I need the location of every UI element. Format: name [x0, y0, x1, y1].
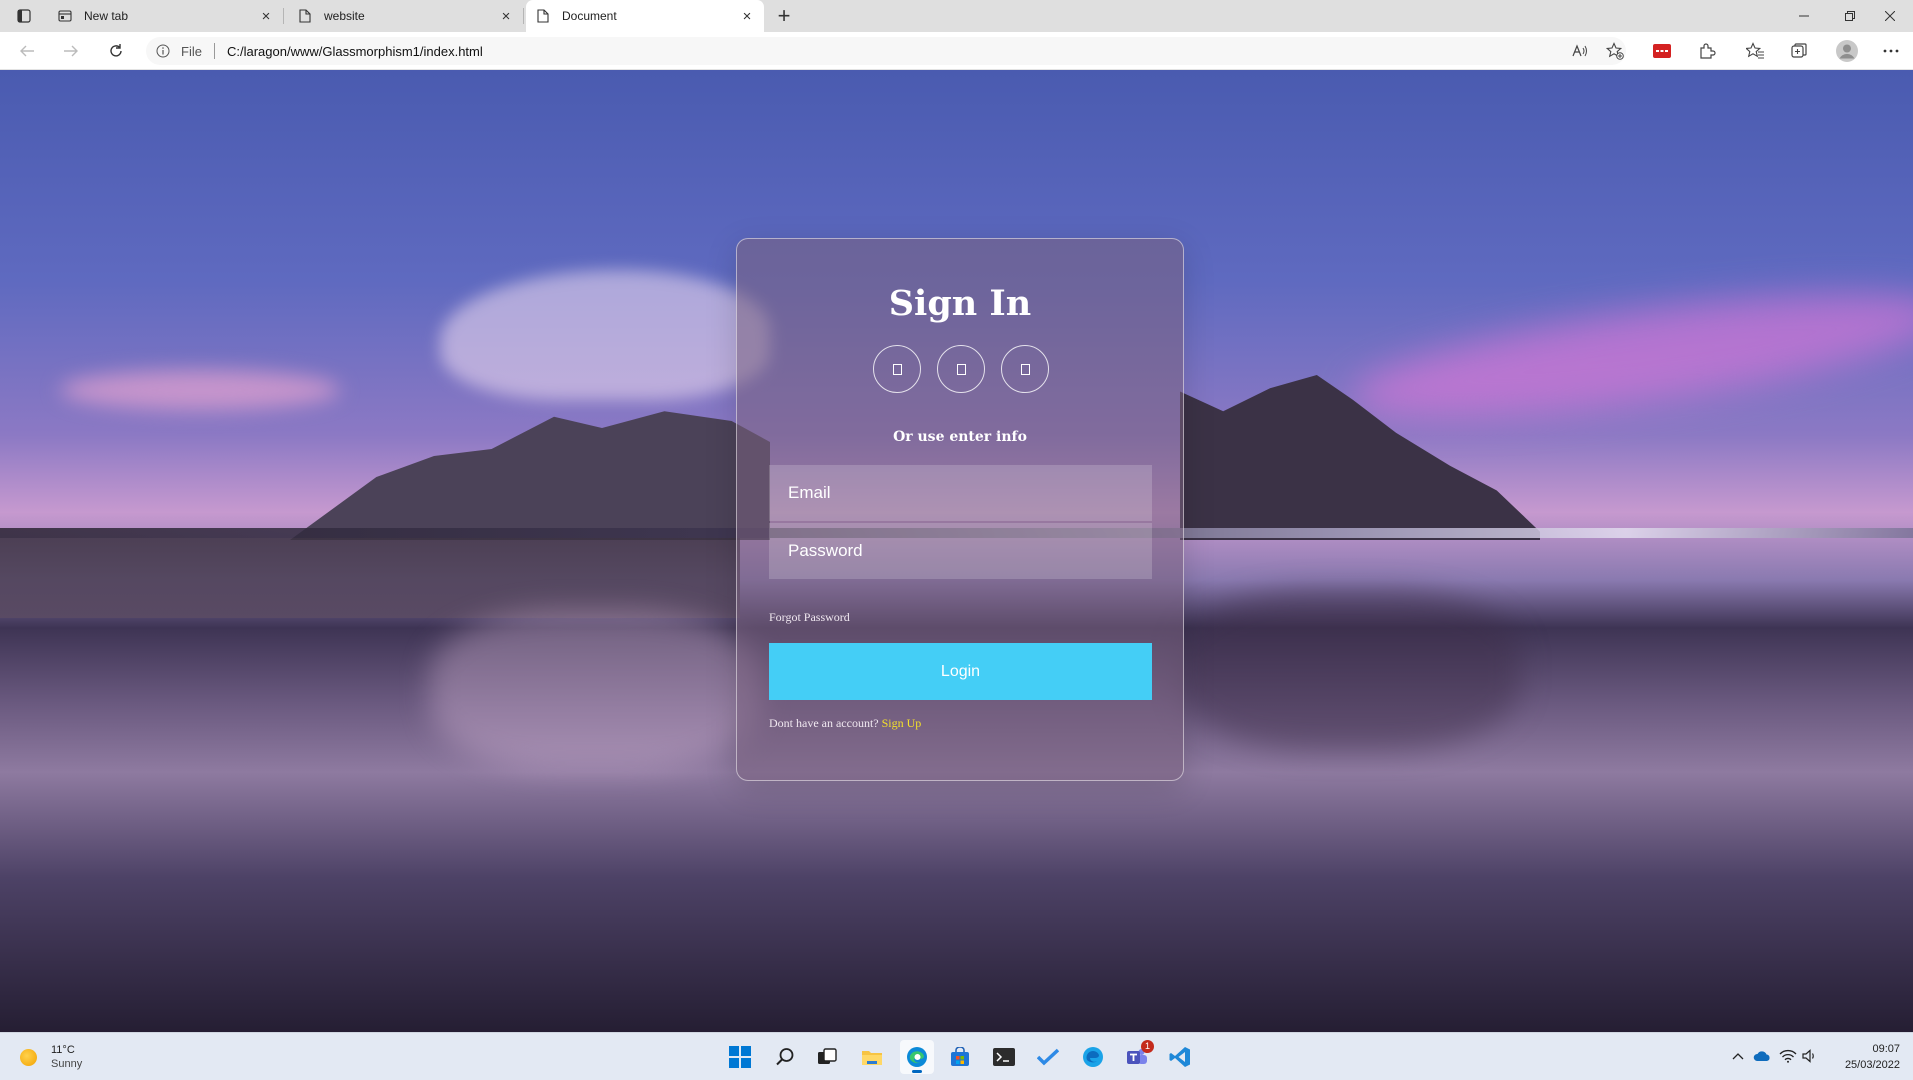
page-viewport: Sign In Or use enter info Forgot Passwor…	[0, 70, 1913, 1032]
alternative-login-text: Or use enter info	[893, 429, 1027, 445]
signup-prompt: Dont have an account? Sign Up	[769, 716, 921, 731]
add-favorite-icon[interactable]	[1604, 40, 1626, 62]
close-icon[interactable]: ×	[740, 8, 754, 25]
clock-time: 09:07	[1872, 1043, 1900, 1055]
new-tab-button[interactable]: +	[772, 3, 796, 28]
todo-check-icon[interactable]	[1031, 1040, 1065, 1074]
tab-document[interactable]: Document ×	[526, 0, 764, 32]
forward-button[interactable]	[57, 39, 85, 63]
teams-icon[interactable]: 1	[1120, 1040, 1154, 1074]
extensions-icon[interactable]	[1696, 40, 1718, 62]
missing-glyph-icon	[892, 363, 902, 375]
address-url[interactable]: C:/laragon/www/Glassmorphism1/index.html	[227, 44, 483, 59]
sign-in-card: Sign In Or use enter info Forgot Passwor…	[736, 238, 1184, 781]
browser-toolbar: File C:/laragon/www/Glassmorphism1/index…	[0, 32, 1913, 70]
minimize-button[interactable]	[1781, 0, 1827, 32]
login-button[interactable]: Login	[769, 643, 1152, 700]
close-icon[interactable]: ×	[499, 8, 513, 25]
email-field[interactable]	[769, 465, 1152, 521]
sun-icon	[20, 1049, 37, 1066]
tab-website[interactable]: website ×	[288, 0, 524, 32]
tab-bar: New tab × website × Document × +	[0, 0, 1913, 32]
profile-avatar[interactable]	[1835, 39, 1859, 63]
social-login-button-1[interactable]	[873, 345, 921, 393]
tab-new-tab[interactable]: New tab ×	[48, 0, 284, 32]
edge-browser-icon[interactable]	[900, 1040, 934, 1074]
tab-label: New tab	[84, 9, 129, 23]
chevron-up-icon[interactable]	[1729, 1047, 1747, 1065]
search-icon[interactable]	[768, 1040, 802, 1074]
tab-label: website	[324, 9, 365, 23]
weather-condition: Sunny	[51, 1058, 83, 1070]
extension-red-icon[interactable]	[1651, 40, 1673, 62]
social-login-button-3[interactable]	[1001, 345, 1049, 393]
social-login-button-2[interactable]	[937, 345, 985, 393]
new-tab-page-icon	[58, 9, 72, 23]
file-explorer-icon[interactable]	[855, 1040, 889, 1074]
tab-label: Document	[562, 9, 617, 23]
signup-prompt-text: Dont have an account?	[769, 716, 879, 730]
tab-actions-icon[interactable]	[12, 7, 36, 25]
vscode-icon[interactable]	[1163, 1040, 1197, 1074]
taskbar: 11°C Sunny 1 09:07 25/03/2022	[0, 1032, 1913, 1080]
weather-temperature: 11°C	[51, 1044, 75, 1056]
back-button[interactable]	[13, 39, 41, 63]
address-scheme-label: File	[181, 44, 202, 59]
more-menu-icon[interactable]	[1880, 40, 1902, 62]
page-title: Sign In	[888, 283, 1032, 324]
missing-glyph-icon	[1020, 363, 1030, 375]
task-view-icon[interactable]	[810, 1040, 844, 1074]
document-icon	[536, 9, 550, 23]
address-bar[interactable]: File C:/laragon/www/Glassmorphism1/index…	[146, 37, 1626, 65]
favorites-icon[interactable]	[1744, 40, 1766, 62]
read-aloud-icon[interactable]	[1569, 40, 1591, 62]
forgot-password-link[interactable]: Forgot Password	[769, 610, 850, 625]
wifi-icon[interactable]	[1779, 1047, 1797, 1065]
close-icon[interactable]: ×	[259, 8, 273, 25]
system-clock[interactable]: 09:07 25/03/2022	[1828, 1041, 1900, 1073]
onedrive-icon[interactable]	[1753, 1047, 1771, 1065]
document-icon	[298, 9, 312, 23]
info-icon[interactable]	[156, 44, 170, 58]
sign-up-link[interactable]: Sign Up	[882, 716, 922, 730]
edge-dev-icon[interactable]	[1076, 1040, 1110, 1074]
volume-icon[interactable]	[1801, 1047, 1819, 1065]
weather-widget[interactable]: 11°C Sunny	[20, 1042, 120, 1072]
clock-date: 25/03/2022	[1844, 1059, 1900, 1071]
password-field[interactable]	[769, 523, 1152, 579]
start-button[interactable]	[723, 1040, 757, 1074]
social-login-group	[873, 345, 1049, 393]
missing-glyph-icon	[956, 363, 966, 375]
notification-badge: 1	[1141, 1040, 1154, 1053]
collections-icon[interactable]	[1788, 40, 1810, 62]
address-divider	[214, 43, 215, 59]
refresh-button[interactable]	[102, 39, 130, 63]
close-window-button[interactable]	[1867, 0, 1913, 32]
store-icon[interactable]	[943, 1040, 977, 1074]
terminal-icon[interactable]	[987, 1040, 1021, 1074]
